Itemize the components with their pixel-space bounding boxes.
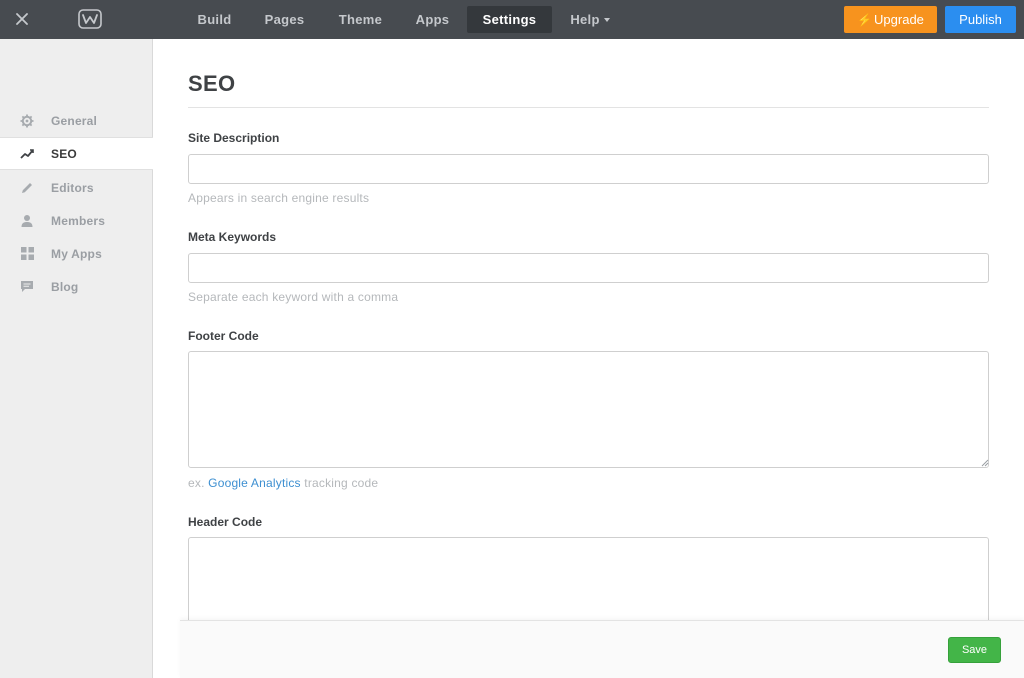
caret-down-icon (603, 17, 610, 22)
footer-code-textarea[interactable] (188, 351, 989, 468)
site-description-help: Appears in search engine results (188, 191, 370, 205)
close-icon (16, 13, 28, 25)
title-divider (188, 107, 989, 108)
upgrade-label: Upgrade (874, 12, 924, 27)
lightning-icon: ⚡ (857, 13, 873, 27)
sidebar-item-members[interactable]: Members (0, 204, 153, 237)
footer-code-help-prefix: ex. (188, 476, 205, 490)
sidebar-item-label: General (51, 113, 98, 128)
gear-icon (19, 113, 35, 129)
sidebar-item-label: Blog (51, 279, 79, 294)
tab-help-label: Help (570, 12, 600, 27)
weebly-logo[interactable] (78, 8, 102, 30)
header-code-label: Header Code (188, 515, 263, 529)
tab-help[interactable]: Help (561, 6, 619, 33)
sidebar-item-label: Members (51, 213, 106, 228)
footer-code-label: Footer Code (188, 329, 259, 343)
site-description-label: Site Description (188, 131, 280, 145)
site-description-input[interactable] (188, 154, 989, 184)
publish-button[interactable]: Publish (945, 6, 1016, 33)
meta-keywords-input[interactable] (188, 253, 989, 283)
tab-apps[interactable]: Apps (407, 6, 458, 33)
google-analytics-link[interactable]: Google Analytics (208, 476, 301, 490)
tab-pages[interactable]: Pages (256, 6, 313, 33)
person-icon (19, 213, 35, 229)
pencil-icon (19, 180, 35, 196)
sidebar-item-label: SEO (51, 146, 77, 161)
meta-keywords-help: Separate each keyword with a comma (188, 290, 399, 304)
tab-theme[interactable]: Theme (330, 6, 391, 33)
save-button[interactable]: Save (948, 637, 1001, 663)
tab-settings[interactable]: Settings (467, 6, 552, 33)
page-title: SEO (188, 71, 236, 96)
tab-build[interactable]: Build (187, 6, 242, 33)
sidebar-item-label: Editors (51, 180, 94, 195)
footer-code-help-suffix: tracking code (304, 476, 379, 490)
top-navigation-bar: Build Pages Theme Apps Settings Help ⚡ Up… (0, 0, 1024, 39)
trend-icon (19, 146, 35, 162)
grid-icon (19, 246, 35, 262)
seo-settings-panel: SEO Site Description Appears in search e… (154, 39, 1024, 678)
close-button[interactable] (9, 6, 35, 32)
settings-sidebar: General SEO Editors Members My Apps Blog (0, 39, 153, 678)
sidebar-item-my-apps[interactable]: My Apps (0, 237, 153, 270)
save-footer-bar: Save (180, 620, 1024, 678)
sidebar-item-blog[interactable]: Blog (0, 270, 153, 303)
resize-handle-icon[interactable] (981, 459, 989, 467)
sidebar-item-seo[interactable]: SEO (0, 137, 153, 170)
chat-icon (19, 279, 35, 295)
sidebar-item-label: My Apps (51, 246, 102, 261)
sidebar-item-editors[interactable]: Editors (0, 171, 153, 204)
sidebar-item-general[interactable]: General (0, 104, 153, 137)
footer-code-help: ex. Google Analytics tracking code (188, 476, 378, 490)
upgrade-button[interactable]: ⚡ Upgrade (844, 6, 937, 33)
meta-keywords-label: Meta Keywords (188, 230, 277, 244)
